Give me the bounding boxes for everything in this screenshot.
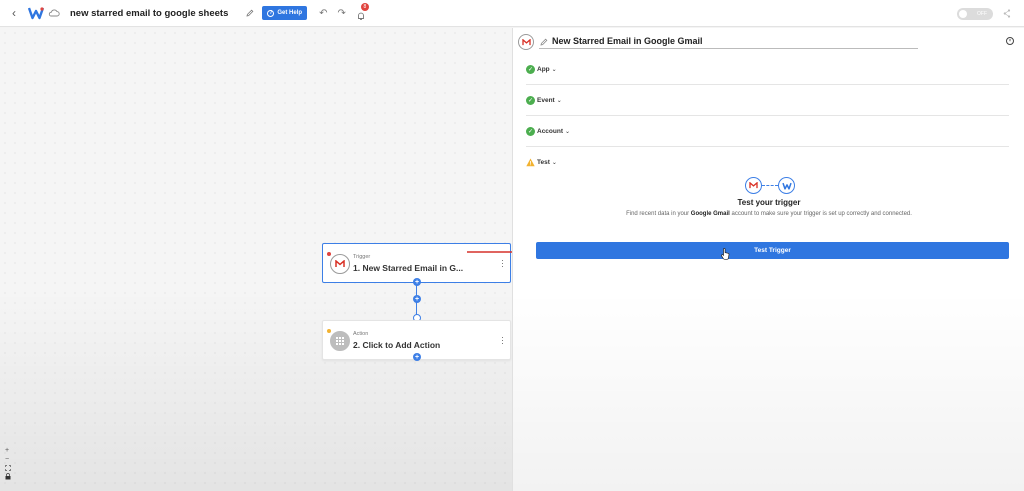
edit-step-name-icon[interactable]	[540, 38, 548, 46]
bell-icon	[357, 12, 364, 20]
trigger-settings-panel: New Starred Email in Google Gmail × ✓ Ap…	[512, 28, 1024, 491]
close-panel-icon[interactable]: ×	[1006, 37, 1014, 45]
workflow-title[interactable]: new starred email to google sheets	[70, 8, 228, 19]
section-account-label: Account ⌄	[537, 128, 571, 135]
trigger-type-label: Trigger	[353, 254, 371, 260]
section-test-label: Test ⌄	[537, 159, 557, 166]
panel-shade	[513, 291, 1024, 491]
trigger-menu-icon[interactable]: · · ·	[501, 256, 504, 271]
section-account[interactable]: ✓ Account ⌄	[526, 117, 1009, 147]
trigger-title: 1. New Starred Email in G...	[353, 263, 464, 273]
action-menu-icon[interactable]: · · ·	[501, 333, 504, 348]
notifications-button[interactable]: 8	[356, 3, 369, 20]
test-w-logo-icon	[778, 177, 795, 194]
chevron-down-icon: ⌄	[565, 129, 571, 135]
toggle-label: OFF	[977, 11, 987, 17]
top-bar: ‹ new starred email to google sheets ? G…	[0, 0, 1024, 27]
check-icon: ✓	[526, 96, 535, 105]
add-step-button[interactable]: +	[413, 295, 421, 303]
chevron-down-icon: ⌄	[556, 98, 562, 104]
section-event-label: Event ⌄	[537, 97, 562, 104]
section-app-label: App ⌄	[537, 66, 557, 73]
grid-icon	[330, 331, 350, 351]
action-title: 2. Click to Add Action	[353, 340, 441, 350]
add-below-action-button[interactable]: +	[413, 353, 421, 361]
action-type-label: Action	[353, 331, 369, 337]
back-icon[interactable]: ‹	[8, 6, 20, 20]
connection-illustration	[745, 177, 795, 194]
cloud-saved-icon	[48, 9, 60, 17]
help-icon: ?	[267, 9, 275, 17]
zoom-controls: + −	[5, 447, 11, 480]
zoom-out-button[interactable]: −	[5, 456, 11, 463]
edit-title-icon[interactable]	[246, 9, 254, 17]
trigger-error-dot	[327, 252, 331, 256]
chevron-down-icon: ⌄	[551, 160, 557, 166]
redo-icon[interactable]: ↷	[337, 8, 345, 19]
get-help-button[interactable]: ? Get Help	[262, 6, 308, 20]
step-name-input[interactable]: New Starred Email in Google Gmail	[552, 36, 703, 46]
check-icon: ✓	[526, 127, 535, 136]
lock-icon[interactable]	[5, 473, 11, 480]
section-event[interactable]: ✓ Event ⌄	[526, 86, 1009, 116]
notification-badge: 8	[360, 3, 369, 11]
test-description: Find recent data in your Google Gmail ac…	[626, 211, 912, 217]
share-icon[interactable]	[1003, 9, 1011, 18]
trigger-connector-plus[interactable]: +	[413, 278, 421, 286]
check-icon: ✓	[526, 65, 535, 74]
zoom-in-button[interactable]: +	[5, 447, 11, 454]
test-gmail-icon	[745, 177, 762, 194]
hand-cursor-icon	[721, 248, 730, 260]
test-trigger-button[interactable]: Test Trigger	[536, 242, 1009, 259]
panel-gmail-icon	[518, 34, 534, 50]
section-test[interactable]: Test ⌄	[526, 148, 1009, 178]
action-warning-dot	[327, 329, 331, 333]
section-app[interactable]: ✓ App ⌄	[526, 55, 1009, 85]
fit-view-icon[interactable]	[5, 465, 11, 471]
test-heading: Test your trigger	[737, 198, 801, 207]
gmail-icon	[330, 254, 350, 274]
connection-dashes	[762, 185, 778, 186]
chevron-down-icon: ⌄	[551, 67, 557, 73]
step-name-underline	[539, 48, 918, 49]
undo-icon[interactable]: ↶	[319, 8, 327, 19]
workflow-active-toggle[interactable]: OFF	[957, 8, 993, 20]
get-help-label: Get Help	[277, 10, 303, 16]
warning-icon	[526, 158, 535, 167]
w-logo-icon[interactable]	[28, 6, 44, 20]
